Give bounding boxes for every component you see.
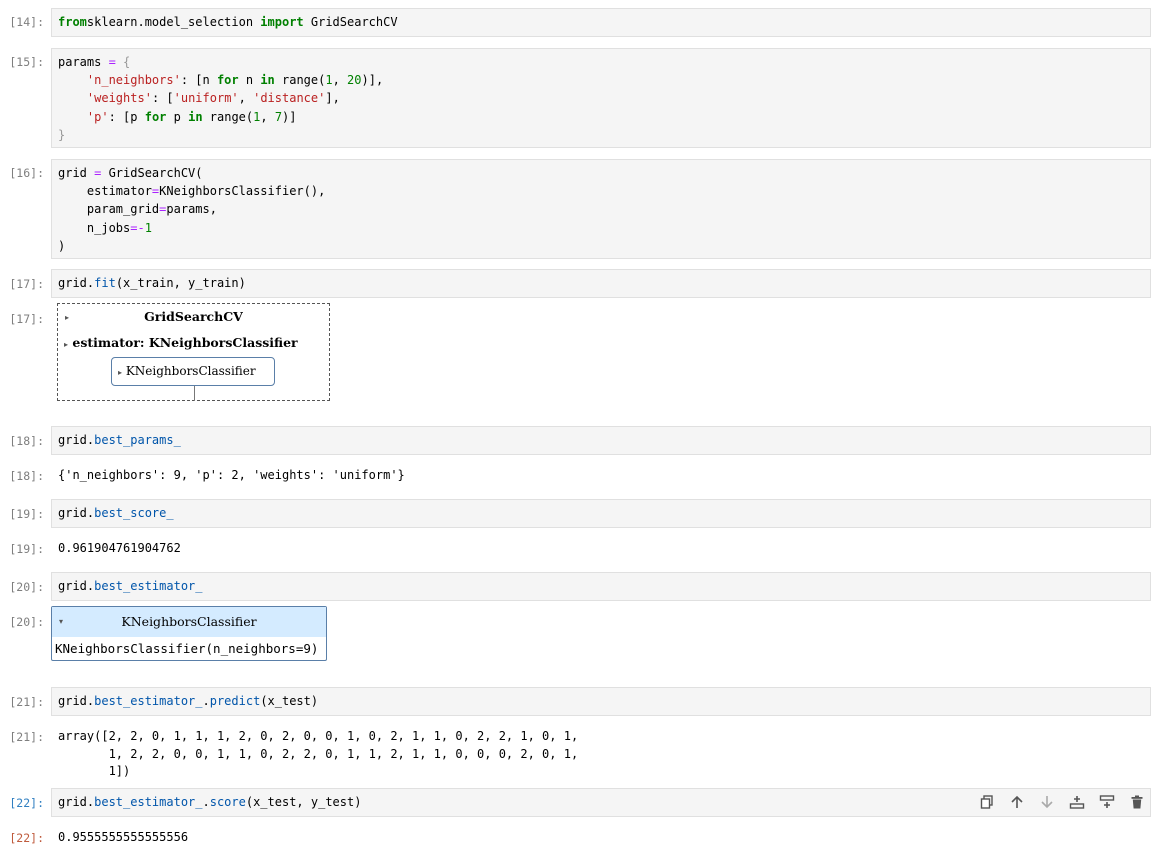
code-cell-19[interactable]: grid.best_score_ (51, 499, 1151, 528)
code-cell-21[interactable]: grid.best_estimator_.predict(x_test) (51, 687, 1151, 716)
estimator-label: estimator: KNeighborsClassifier (72, 335, 298, 350)
code-editor[interactable]: grid = GridSearchCV( estimator=KNeighbor… (52, 160, 1150, 259)
output-prompt: [19]: (9, 542, 44, 556)
move-up-icon (1011, 795, 1023, 808)
code-cell-15[interactable]: params = { 'n_neighbors': [n for n in ra… (51, 48, 1151, 148)
code-editor[interactable]: grid.best_estimator_ (52, 573, 1150, 599)
output-text: {'n_neighbors': 9, 'p': 2, 'weights': 'u… (58, 468, 405, 482)
output-text: 0.961904761904762 (58, 541, 181, 555)
kneighbors-estimator-box[interactable]: ▸ KNeighborsClassifier (111, 357, 275, 386)
kneighbors-estimator-panel: ▾ KNeighborsClassifier KNeighborsClassif… (51, 606, 327, 661)
input-prompt: [14]: (9, 15, 44, 29)
output-prompt: [18]: (9, 469, 44, 483)
output-prompt: [21]: (9, 730, 44, 744)
input-prompt: [20]: (9, 580, 44, 594)
expand-arrow-icon: ▸ (64, 340, 69, 349)
delete-icon (1131, 795, 1143, 809)
code-cell-16[interactable]: grid = GridSearchCV( estimator=KNeighbor… (51, 159, 1151, 259)
estimator-toggle[interactable]: ▸ estimator: KNeighborsClassifier (64, 335, 298, 350)
cell-toolbar (978, 793, 1146, 811)
gridsearchcv-title[interactable]: GridSearchCV (58, 309, 329, 324)
output-text: array([2, 2, 0, 1, 1, 1, 2, 0, 2, 0, 0, … (58, 729, 579, 778)
insert-above-button[interactable] (1068, 793, 1086, 811)
move-down-button[interactable] (1038, 793, 1056, 811)
code-editor[interactable]: params = { 'n_neighbors': [n for n in ra… (52, 49, 1150, 148)
output-prompt-active: [22]: (9, 831, 44, 845)
insert-below-icon (1099, 795, 1115, 808)
input-prompt: [15]: (9, 55, 44, 69)
input-prompt: [18]: (9, 434, 44, 448)
diagram-connector (194, 386, 195, 401)
estimator-panel-title: KNeighborsClassifier (121, 614, 257, 629)
insert-below-button[interactable] (1098, 793, 1116, 811)
insert-above-icon (1069, 796, 1085, 809)
code-cell-20[interactable]: grid.best_estimator_ (51, 572, 1151, 601)
input-prompt-active: [22]: (9, 796, 44, 810)
move-down-icon (1041, 796, 1053, 809)
output-prompt: [20]: (9, 615, 44, 629)
code-cell-18[interactable]: grid.best_params_ (51, 426, 1151, 455)
code-editor[interactable]: grid.fit(x_train, y_train) (52, 270, 1150, 296)
estimator-panel-header[interactable]: ▾ KNeighborsClassifier (52, 607, 326, 637)
duplicate-button[interactable] (978, 793, 996, 811)
input-prompt: [16]: (9, 166, 44, 180)
code-cell-14[interactable]: fromsklearn.model_selection import GridS… (51, 8, 1151, 37)
kneighbors-label: KNeighborsClassifier (125, 364, 256, 378)
input-prompt: [19]: (9, 507, 44, 521)
duplicate-icon (980, 795, 993, 809)
code-editor[interactable]: grid.best_estimator_.predict(x_test) (52, 688, 1150, 714)
code-editor[interactable]: grid.best_params_ (52, 427, 1150, 453)
move-up-button[interactable] (1008, 793, 1026, 811)
code-cell-17[interactable]: grid.fit(x_train, y_train) (51, 269, 1151, 298)
output-prompt: [17]: (9, 312, 44, 326)
code-editor[interactable]: fromsklearn.model_selection import GridS… (52, 9, 1150, 35)
input-prompt: [21]: (9, 695, 44, 709)
code-editor[interactable]: grid.best_score_ (52, 500, 1150, 526)
input-prompt: [17]: (9, 277, 44, 291)
delete-button[interactable] (1128, 793, 1146, 811)
output-text: 0.9555555555555556 (58, 830, 189, 844)
gridsearchcv-diagram: ▸ GridSearchCV ▸ estimator: KNeighborsCl… (57, 303, 330, 401)
expand-arrow-icon: ▸ (118, 368, 123, 377)
estimator-repr: KNeighborsClassifier(n_neighbors=9) (55, 641, 319, 656)
